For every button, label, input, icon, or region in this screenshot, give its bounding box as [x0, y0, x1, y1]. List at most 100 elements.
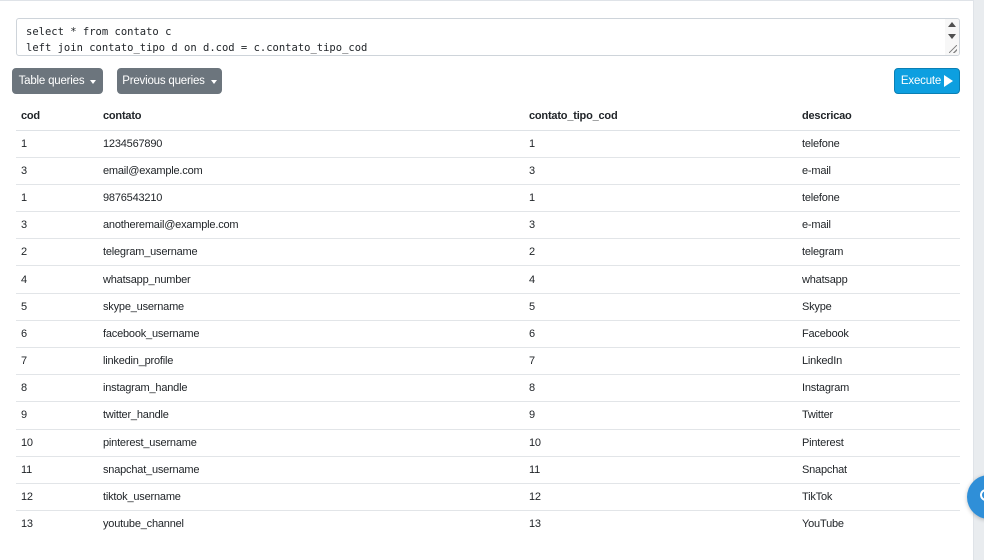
- table-row: 2 telegram_username 2 telegram: [16, 238, 960, 266]
- table-row: 3 email@example.com 3 e-mail: [16, 156, 960, 185]
- column-header-descricao: descricao: [797, 103, 960, 131]
- table-row: 1 9876543210 1 telefone: [16, 183, 960, 212]
- cell-descricao: TikTok: [797, 482, 960, 511]
- cell-contato-tipo-cod: 1: [524, 183, 797, 212]
- cell-cod: 1: [16, 183, 98, 212]
- cell-contato-tipo-cod: 6: [524, 319, 797, 348]
- cell-contato-tipo-cod: 5: [524, 292, 797, 321]
- cell-descricao: YouTube: [797, 510, 960, 538]
- table-row: 10 pinterest_username 10 Pinterest: [16, 428, 960, 457]
- cell-contato: telegram_username: [98, 238, 524, 266]
- table-row: 13 youtube_channel 13 YouTube: [16, 510, 960, 538]
- table-queries-label: Table queries: [18, 75, 85, 87]
- cell-contato-tipo-cod: 9: [524, 401, 797, 430]
- cell-contato: email@example.com: [98, 156, 524, 185]
- cell-descricao: whatsapp: [797, 265, 960, 294]
- execute-button[interactable]: Execute: [894, 68, 960, 94]
- cell-contato: snapchat_username: [98, 455, 524, 484]
- cell-descricao: e-mail: [797, 156, 960, 185]
- cell-cod: 4: [16, 265, 98, 294]
- cell-contato: tiktok_username: [98, 482, 524, 511]
- results-table: cod contato contato_tipo_cod descricao 1…: [16, 103, 960, 538]
- cell-descricao: telefone: [797, 129, 960, 158]
- cell-contato-tipo-cod: 11: [524, 455, 797, 484]
- table-header-row: cod contato contato_tipo_cod descricao: [16, 103, 960, 131]
- cell-descricao: Facebook: [797, 319, 960, 348]
- cell-descricao: e-mail: [797, 211, 960, 239]
- caret-down-icon: [210, 80, 217, 84]
- cell-cod: 1: [16, 129, 98, 158]
- cell-descricao: Twitter: [797, 401, 960, 430]
- cell-cod: 9: [16, 401, 98, 430]
- cell-contato-tipo-cod: 7: [524, 346, 797, 375]
- results-body: 1 1234567890 1 telefone 3 email@example.com 3 e…: [16, 129, 960, 538]
- cell-contato-tipo-cod: 12: [524, 482, 797, 511]
- table-row: 3 anotheremail@example.com 3 e-mail: [16, 211, 960, 239]
- sql-line-1: select * from contato c: [26, 26, 172, 38]
- cell-cod: 3: [16, 211, 98, 239]
- cell-contato-tipo-cod: 4: [524, 265, 797, 294]
- sql-editor[interactable]: select * from contato c left join contat…: [16, 18, 960, 56]
- table-row: 7 linkedin_profile 7 LinkedIn: [16, 346, 960, 375]
- cell-cod: 8: [16, 374, 98, 402]
- cell-contato-tipo-cod: 3: [524, 211, 797, 239]
- cell-cod: 3: [16, 156, 98, 185]
- cell-contato: linkedin_profile: [98, 346, 524, 375]
- column-header-contato-tipo-cod: contato_tipo_cod: [524, 103, 797, 131]
- table-row: 1 1234567890 1 telefone: [16, 129, 960, 158]
- cell-contato: facebook_username: [98, 319, 524, 348]
- cell-contato-tipo-cod: 10: [524, 428, 797, 457]
- cell-cod: 2: [16, 238, 98, 266]
- caret-down-icon: [90, 80, 97, 84]
- chat-icon: [980, 489, 984, 501]
- table-row: 6 facebook_username 6 Facebook: [16, 319, 960, 348]
- cell-descricao: Instagram: [797, 374, 960, 402]
- cell-contato: whatsapp_number: [98, 265, 524, 294]
- cell-contato: youtube_channel: [98, 510, 524, 538]
- cell-cod: 13: [16, 510, 98, 538]
- cell-cod: 6: [16, 319, 98, 348]
- cell-contato-tipo-cod: 8: [524, 374, 797, 402]
- table-row: 4 whatsapp_number 4 whatsapp: [16, 265, 960, 294]
- query-panel: select * from contato c left join contat…: [0, 0, 974, 560]
- execute-label: Execute: [900, 75, 942, 87]
- play-icon: [944, 75, 954, 87]
- table-row: 12 tiktok_username 12 TikTok: [16, 482, 960, 511]
- cell-descricao: telefone: [797, 183, 960, 212]
- cell-cod: 5: [16, 292, 98, 321]
- cell-contato-tipo-cod: 1: [524, 129, 797, 158]
- resize-handle-icon[interactable]: [949, 45, 957, 53]
- cell-contato: 1234567890: [98, 129, 524, 158]
- table-row: 11 snapchat_username 11 Snapchat: [16, 455, 960, 484]
- cell-descricao: Pinterest: [797, 428, 960, 457]
- cell-contato-tipo-cod: 2: [524, 238, 797, 266]
- sql-editor-text[interactable]: select * from contato c left join contat…: [26, 24, 368, 55]
- cell-contato: 9876543210: [98, 183, 524, 212]
- cell-contato: anotheremail@example.com: [98, 211, 524, 239]
- cell-descricao: LinkedIn: [797, 346, 960, 375]
- scroll-down-icon[interactable]: [948, 34, 956, 39]
- sql-line-2: left join contato_tipo d on d.cod = c.co…: [26, 42, 368, 54]
- cell-descricao: Skype: [797, 292, 960, 321]
- table-queries-button[interactable]: Table queries: [12, 68, 103, 94]
- cell-cod: 11: [16, 455, 98, 484]
- table-row: 5 skype_username 5 Skype: [16, 292, 960, 321]
- previous-queries-button[interactable]: Previous queries: [117, 68, 222, 94]
- cell-contato: instagram_handle: [98, 374, 524, 402]
- column-header-cod: cod: [16, 103, 98, 131]
- cell-cod: 7: [16, 346, 98, 375]
- cell-descricao: Snapchat: [797, 455, 960, 484]
- cell-contato: skype_username: [98, 292, 524, 321]
- previous-queries-label: Previous queries: [122, 75, 205, 87]
- cell-contato-tipo-cod: 13: [524, 510, 797, 538]
- scroll-up-icon[interactable]: [948, 22, 956, 27]
- column-header-contato: contato: [98, 103, 524, 131]
- table-row: 9 twitter_handle 9 Twitter: [16, 401, 960, 430]
- table-row: 8 instagram_handle 8 Instagram: [16, 374, 960, 402]
- cell-descricao: telegram: [797, 238, 960, 266]
- cell-contato-tipo-cod: 3: [524, 156, 797, 185]
- cell-contato: twitter_handle: [98, 401, 524, 430]
- cell-cod: 10: [16, 428, 98, 457]
- cell-contato: pinterest_username: [98, 428, 524, 457]
- cell-cod: 12: [16, 482, 98, 511]
